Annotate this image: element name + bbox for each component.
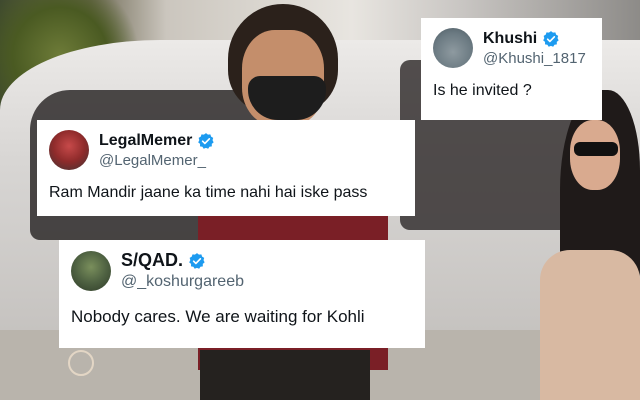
tweet-card-sqad[interactable]: S/QAD. @_koshurgareeb Nobody cares. We a… <box>59 240 425 348</box>
tweet-text: Is he invited ? <box>433 82 532 99</box>
display-name[interactable]: Khushi <box>483 30 537 48</box>
tweet-card-khushi[interactable]: Khushi @Khushi_1817 Is he invited ? <box>421 18 602 120</box>
tweet-header: S/QAD. @_koshurgareeb <box>71 250 413 291</box>
verified-badge-icon <box>189 252 205 269</box>
verified-badge-icon <box>543 30 559 47</box>
user-handle[interactable]: @Khushi_1817 <box>483 50 586 67</box>
tweet-author: S/QAD. @_koshurgareeb <box>121 250 244 291</box>
user-handle[interactable]: @LegalMemer_ <box>99 152 215 169</box>
user-handle[interactable]: @_koshurgareeb <box>121 273 244 291</box>
tweet-author: Khushi @Khushi_1817 <box>483 30 586 67</box>
display-name[interactable]: LegalMemer <box>99 132 192 150</box>
tweet-header: Khushi @Khushi_1817 <box>433 28 590 68</box>
avatar[interactable] <box>49 130 89 170</box>
tweet-text: Ram Mandir jaane ka time nahi hai iske p… <box>49 184 368 201</box>
woman-body <box>540 250 640 400</box>
watermark-logo-icon <box>68 350 94 376</box>
avatar[interactable] <box>433 28 473 68</box>
display-name[interactable]: S/QAD. <box>121 250 183 271</box>
man-mask <box>248 76 326 120</box>
name-row: LegalMemer <box>99 132 215 150</box>
avatar[interactable] <box>71 250 111 291</box>
name-row: Khushi <box>483 30 586 48</box>
verified-badge-icon <box>198 132 215 149</box>
tweet-card-legalmemer[interactable]: LegalMemer @LegalMemer_ Ram Mandir jaane… <box>37 120 415 216</box>
tweet-header: LegalMemer @LegalMemer_ <box>49 130 403 170</box>
tweet-text: Nobody cares. We are waiting for Kohli <box>71 307 365 326</box>
name-row: S/QAD. <box>121 250 244 271</box>
photo-woman <box>540 80 640 400</box>
woman-sunglasses <box>574 142 618 156</box>
man-pants <box>200 350 370 400</box>
tweet-author: LegalMemer @LegalMemer_ <box>99 132 215 169</box>
